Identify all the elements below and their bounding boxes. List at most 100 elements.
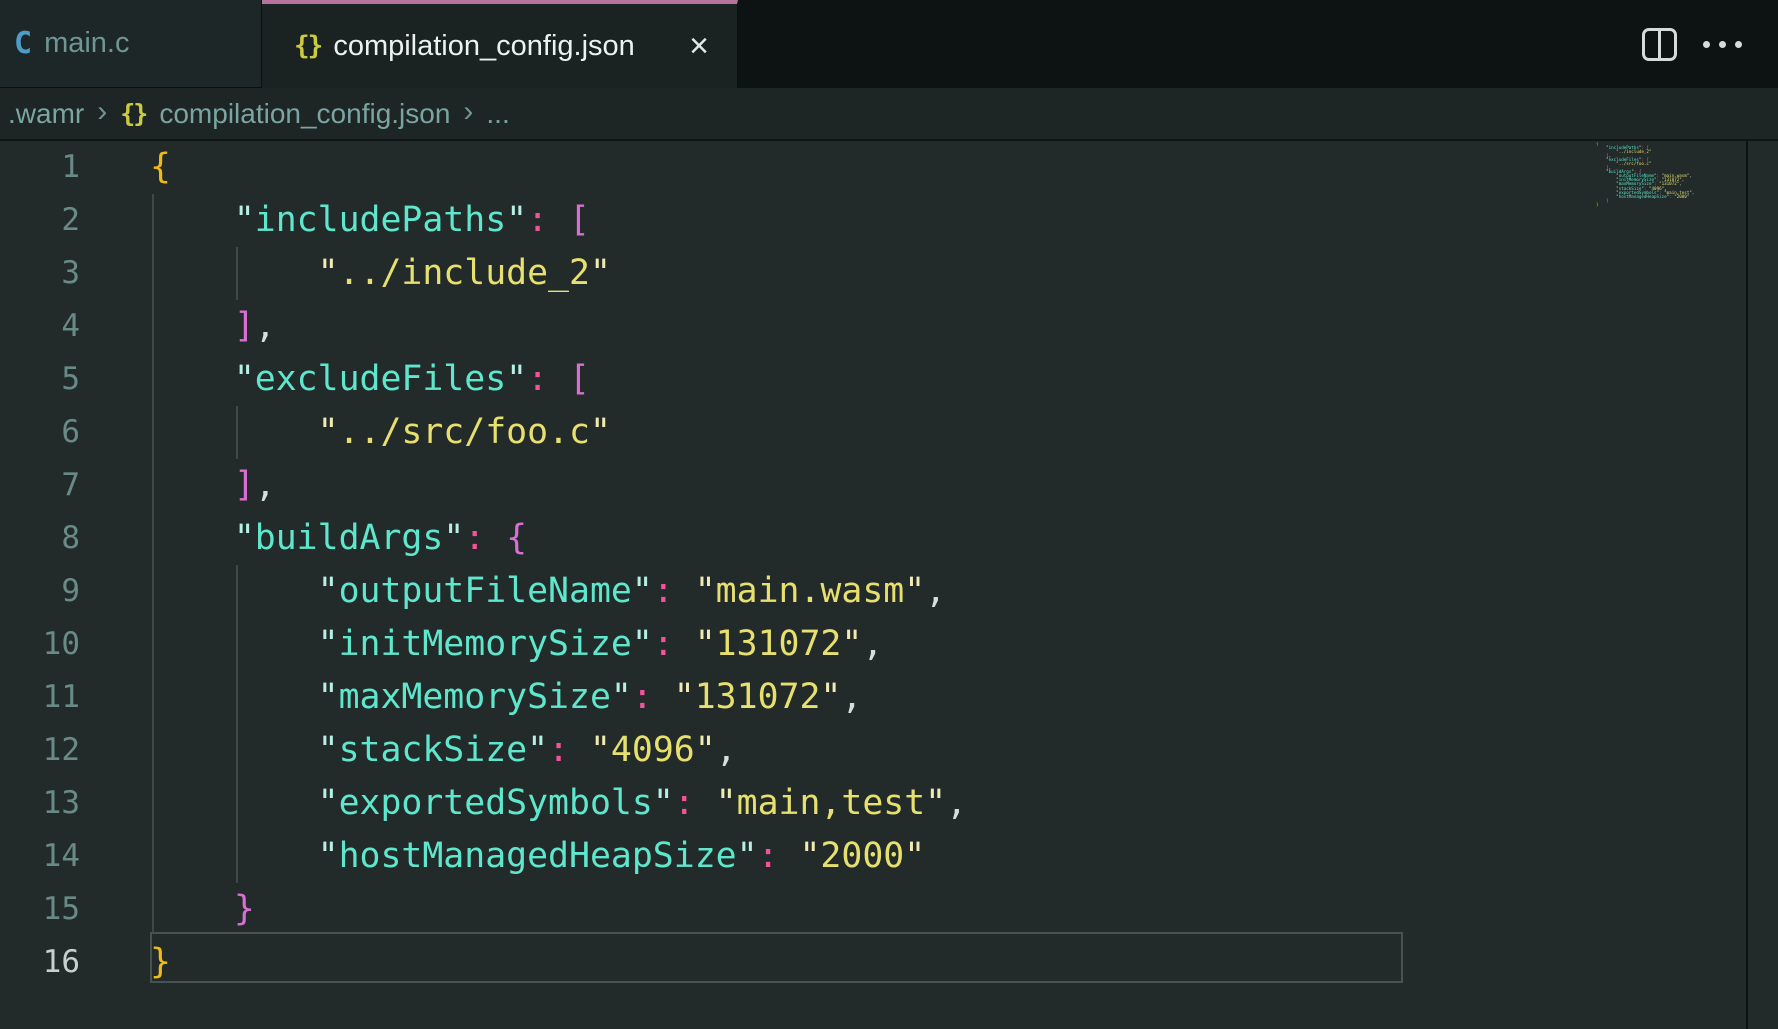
- code-line[interactable]: 10 "initMemorySize": "131072",: [0, 618, 1590, 671]
- token-q: ": [234, 518, 255, 558]
- token-val: main.wasm: [716, 571, 905, 611]
- token-q: ": [737, 836, 758, 876]
- tab-label: main.c: [44, 27, 129, 60]
- code-line[interactable]: 13 "exportedSymbols": "main,test",: [0, 777, 1590, 830]
- line-number: 7: [0, 459, 80, 512]
- code-line[interactable]: 16}: [0, 936, 1590, 989]
- split-editor-icon[interactable]: [1642, 28, 1677, 61]
- line-number: 8: [0, 512, 80, 565]
- token-colon: :: [632, 677, 653, 717]
- code-lines: 1{2 "includePaths": [3 "../include_2"4 ]…: [0, 141, 1590, 989]
- token-vq: ": [841, 624, 862, 664]
- tab-label: compilation_config.json: [333, 30, 634, 63]
- code-line[interactable]: 3 "../include_2": [0, 247, 1590, 300]
- close-tab-icon[interactable]: ×: [689, 29, 709, 63]
- code-line[interactable]: 7 ],: [0, 459, 1590, 512]
- tab-main-c[interactable]: C main.c: [0, 0, 262, 88]
- whitespace: [485, 518, 506, 558]
- code-line[interactable]: 14 "hostManagedHeapSize": "2000": [0, 830, 1590, 883]
- split-editor-divider: [1658, 31, 1661, 58]
- code-line[interactable]: 6 "../src/foo.c": [0, 406, 1590, 459]
- token-colon: :: [674, 783, 695, 823]
- token-q: ": [318, 571, 339, 611]
- token-val: 2000: [820, 836, 904, 876]
- code-line[interactable]: 9 "outputFileName": "main.wasm",: [0, 565, 1590, 618]
- token-key: buildArgs: [255, 518, 444, 558]
- breadcrumb-folder[interactable]: .wamr: [8, 98, 84, 130]
- code-line[interactable]: 8 "buildArgs": {: [0, 512, 1590, 565]
- breadcrumb-symbol[interactable]: ...: [486, 98, 509, 130]
- whitespace: [150, 359, 234, 399]
- code-line[interactable]: 12 "stackSize": "4096",: [0, 724, 1590, 777]
- whitespace: [150, 836, 318, 876]
- token-vq: ": [1649, 161, 1652, 166]
- token-q: ": [318, 677, 339, 717]
- code-text: "stackSize": "4096",: [150, 724, 737, 777]
- token-vq: ": [674, 677, 695, 717]
- token-q: ": [527, 730, 548, 770]
- breadcrumb-file[interactable]: compilation_config.json: [159, 98, 450, 130]
- code-text: "exportedSymbols": "main,test",: [150, 777, 967, 830]
- code-text: }: [150, 936, 171, 989]
- code-line[interactable]: 1{: [0, 141, 1590, 194]
- whitespace: [150, 889, 234, 929]
- code-text: ],: [150, 300, 276, 353]
- chevron-right-icon: ›: [463, 97, 473, 127]
- code-text: "hostManagedHeapSize": "2000": [150, 830, 925, 883]
- whitespace: [150, 200, 234, 240]
- code-line[interactable]: 11 "maxMemorySize": "131072",: [0, 671, 1590, 724]
- tab-compilation-config-json[interactable]: {} compilation_config.json ×: [262, 0, 738, 88]
- line-number: 14: [0, 830, 80, 883]
- whitespace: [150, 783, 318, 823]
- token-vq: ": [695, 571, 716, 611]
- token-q: ": [506, 200, 527, 240]
- code-line[interactable]: 4 ],: [0, 300, 1590, 353]
- code-line[interactable]: 15 }: [0, 883, 1590, 936]
- line-number: 1: [0, 141, 80, 194]
- whitespace: [695, 783, 716, 823]
- whitespace: [150, 730, 318, 770]
- whitespace: [674, 571, 695, 611]
- token-comma: ,: [946, 783, 967, 823]
- token-comma: ,: [925, 571, 946, 611]
- token-vq: ": [590, 412, 611, 452]
- code-text: "../include_2": [150, 247, 611, 300]
- whitespace: [569, 730, 590, 770]
- code-text: }: [150, 883, 255, 936]
- code-line[interactable]: 5 "excludeFiles": [: [0, 353, 1590, 406]
- token-val: ../include_2: [339, 253, 590, 293]
- code-text: ],: [150, 459, 276, 512]
- code-text: "outputFileName": "main.wasm",: [150, 565, 946, 618]
- token-colon: :: [464, 518, 485, 558]
- token-q: ": [506, 359, 527, 399]
- whitespace: [150, 465, 234, 505]
- token-q: ": [234, 359, 255, 399]
- whitespace: [548, 200, 569, 240]
- c-file-icon: C: [14, 26, 32, 61]
- token-comma: ,: [1689, 173, 1692, 178]
- token-colon: :: [653, 624, 674, 664]
- code-text: "buildArgs": {: [150, 512, 527, 565]
- token-vq: ": [590, 730, 611, 770]
- token-colon: :: [653, 571, 674, 611]
- token-comma: ,: [255, 465, 276, 505]
- editor[interactable]: 1{2 "includePaths": [3 "../include_2"4 ]…: [0, 141, 1778, 1029]
- token-key: includePaths: [255, 200, 506, 240]
- line-number: 12: [0, 724, 80, 777]
- whitespace: [150, 571, 318, 611]
- token-vq: ": [590, 253, 611, 293]
- code-text: "../src/foo.c": [150, 406, 611, 459]
- token-comma: ,: [1679, 181, 1682, 186]
- token-b1: ]: [234, 465, 255, 505]
- token-vq: ": [695, 624, 716, 664]
- more-actions-icon[interactable]: [1703, 41, 1742, 48]
- line-number: 11: [0, 671, 80, 724]
- token-q: ": [318, 624, 339, 664]
- minimap[interactable]: { "includePaths": [ "../include_2" ], "e…: [1596, 142, 1744, 342]
- token-vq: ": [695, 730, 716, 770]
- code-line[interactable]: 2 "includePaths": [: [0, 194, 1590, 247]
- token-colon: :: [548, 730, 569, 770]
- breadcrumb: .wamr › {} compilation_config.json › ...: [0, 88, 1778, 141]
- token-vq: ": [1649, 149, 1652, 154]
- json-file-icon: {}: [294, 31, 321, 61]
